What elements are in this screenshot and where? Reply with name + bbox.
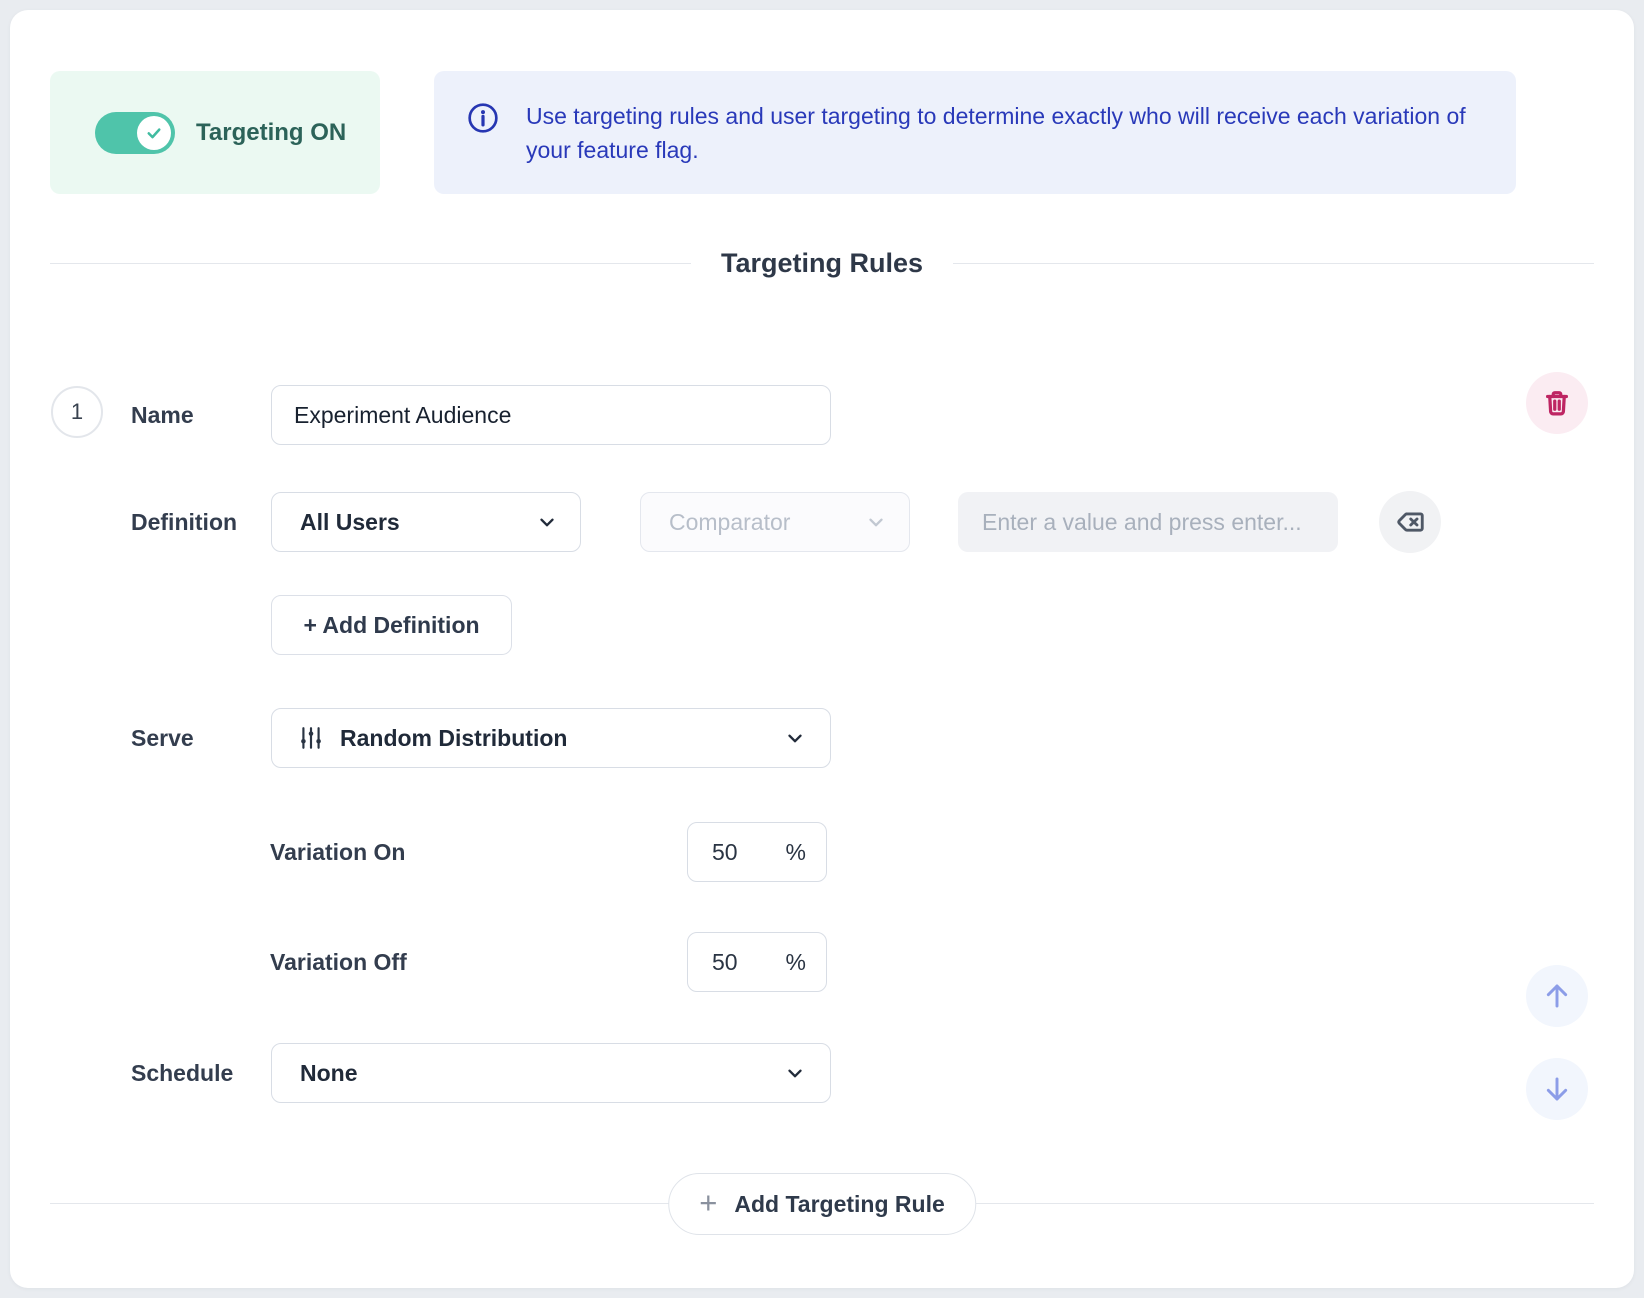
move-rule-up-button[interactable]: [1526, 965, 1588, 1027]
variation-on-value: 50: [712, 839, 738, 866]
arrow-down-icon: [1541, 1073, 1573, 1105]
chevron-down-icon: [784, 727, 806, 749]
info-banner: Use targeting rules and user targeting t…: [434, 71, 1516, 194]
targeting-toggle[interactable]: [95, 112, 175, 154]
definition-property-value: All Users: [300, 509, 400, 536]
serve-label: Serve: [131, 708, 194, 768]
percent-sign: %: [786, 839, 806, 866]
chevron-down-icon: [865, 511, 887, 533]
info-icon: [467, 102, 499, 139]
arrow-up-icon: [1541, 980, 1573, 1012]
percent-sign: %: [786, 949, 806, 976]
schedule-select[interactable]: None: [271, 1043, 831, 1103]
definition-value-input: [958, 492, 1338, 552]
sliders-icon: [298, 725, 324, 751]
add-targeting-rule-label: Add Targeting Rule: [734, 1191, 944, 1218]
variation-off-label: Variation Off: [270, 932, 407, 992]
comparator-placeholder: Comparator: [669, 509, 790, 536]
delete-rule-button[interactable]: [1526, 372, 1588, 434]
info-banner-text: Use targeting rules and user targeting t…: [526, 99, 1486, 167]
check-icon: [145, 124, 163, 142]
variation-on-input[interactable]: 50 %: [687, 822, 827, 882]
targeting-panel: Targeting ON Use targeting rules and use…: [10, 10, 1634, 1288]
variation-off-input[interactable]: 50 %: [687, 932, 827, 992]
targeting-toggle-label: Targeting ON: [196, 71, 346, 194]
add-targeting-rule-button[interactable]: + Add Targeting Rule: [668, 1173, 976, 1235]
schedule-value: None: [300, 1060, 358, 1087]
page-background: Targeting ON Use targeting rules and use…: [0, 0, 1644, 1298]
definition-label: Definition: [131, 492, 237, 552]
rule-name-input[interactable]: [271, 385, 831, 445]
chevron-down-icon: [784, 1062, 806, 1084]
definition-property-select[interactable]: All Users: [271, 492, 581, 552]
plus-icon: +: [699, 1187, 717, 1218]
divider-line-right: [953, 263, 1594, 264]
name-label: Name: [131, 385, 194, 445]
targeting-rules-header: Targeting Rules: [50, 245, 1594, 281]
add-definition-button[interactable]: + Add Definition: [271, 595, 512, 655]
serve-value: Random Distribution: [340, 725, 567, 752]
variation-off-value: 50: [712, 949, 738, 976]
move-rule-down-button[interactable]: [1526, 1058, 1588, 1120]
section-title: Targeting Rules: [691, 248, 953, 279]
chevron-down-icon: [536, 511, 558, 533]
schedule-label: Schedule: [131, 1043, 233, 1103]
clear-definition-button[interactable]: [1379, 491, 1441, 553]
comparator-select: Comparator: [640, 492, 910, 552]
divider-line-left: [50, 263, 691, 264]
serve-select[interactable]: Random Distribution: [271, 708, 831, 768]
backspace-icon: [1395, 507, 1425, 537]
targeting-toggle-box: Targeting ON: [50, 71, 380, 194]
variation-on-label: Variation On: [270, 822, 405, 882]
toggle-knob: [137, 116, 171, 150]
trash-icon: [1542, 388, 1572, 418]
rule-number-badge: 1: [51, 386, 103, 438]
